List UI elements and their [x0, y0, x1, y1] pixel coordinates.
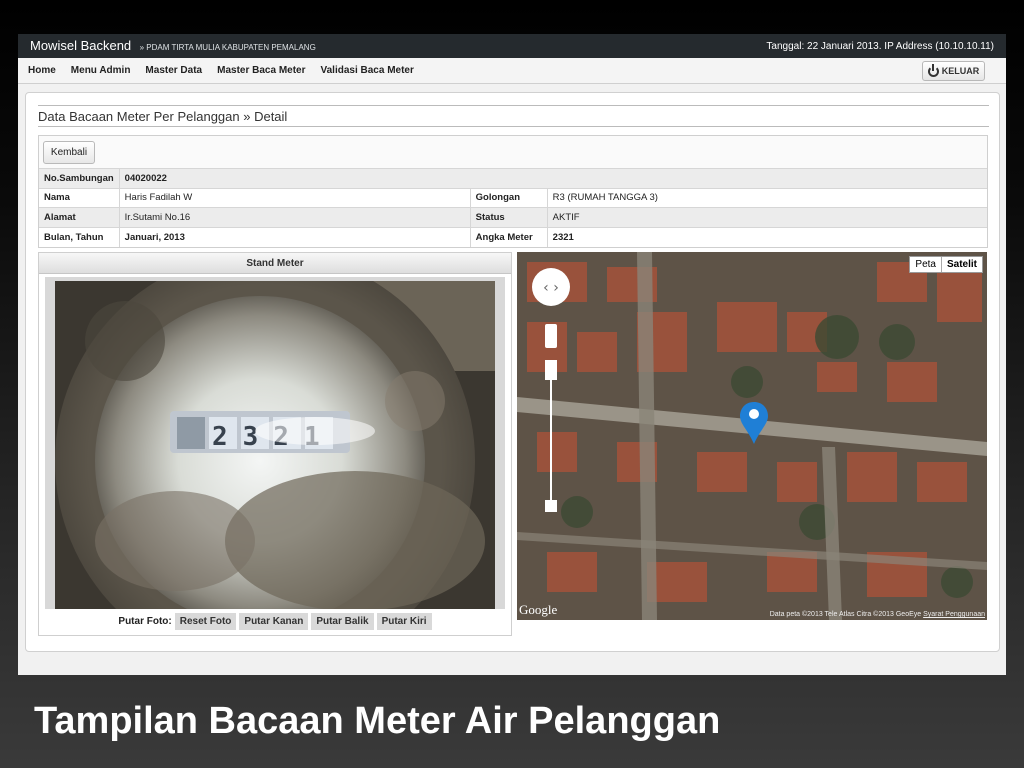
table-row: No.Sambungan 04020022	[39, 168, 987, 188]
power-icon	[927, 63, 939, 77]
map-type-satellite[interactable]: Satelit	[940, 257, 982, 272]
rotate-left-button[interactable]: Putar Kiri	[376, 613, 432, 630]
top-bar: Mowisel Backend » PDAM TIRTA MULIA KABUP…	[18, 34, 1006, 58]
alamat-value: Ir.Sutami No.16	[119, 207, 471, 227]
water-meter-image: 2321	[55, 281, 495, 609]
nav-home[interactable]: Home	[28, 65, 56, 76]
back-button[interactable]: Kembali	[43, 141, 95, 164]
app-title: Mowisel Backend	[30, 38, 132, 53]
logout-label: KELUAR	[941, 66, 980, 76]
map-data-credit: Data peta ©2013 Tele Atlas Citra ©2013 G…	[769, 611, 922, 618]
status-label: Status	[470, 207, 548, 227]
photo-rotate-bar: Putar Foto: Reset Foto Putar Kanan Putar…	[45, 613, 505, 630]
customer-info-table: No.Sambungan 04020022 Nama Haris Fadilah…	[39, 168, 987, 247]
stand-meter-header: Stand Meter	[39, 253, 511, 274]
bulan-tahun-label: Bulan, Tahun	[39, 226, 120, 247]
table-row: Nama Haris Fadilah W Golongan R3 (RUMAH …	[39, 187, 987, 208]
meter-photo-frame: 2321	[45, 277, 505, 609]
map-type-map[interactable]: Peta	[910, 257, 941, 272]
detail-box: Kembali No.Sambungan 04020022 Nama Haris…	[38, 135, 988, 248]
nav-validasi-baca-meter[interactable]: Validasi Baca Meter	[321, 65, 414, 76]
content-panel: Data Bacaan Meter Per Pelanggan » Detail…	[25, 92, 1000, 652]
nav-menu-admin[interactable]: Menu Admin	[71, 65, 131, 76]
app-branding: Mowisel Backend » PDAM TIRTA MULIA KABUP…	[30, 37, 316, 55]
angka-meter-value: 2321	[547, 226, 987, 247]
alamat-label: Alamat	[39, 207, 120, 227]
rotate-label: Putar Foto:	[118, 616, 172, 627]
svg-text:‹ ›: ‹ ›	[543, 280, 559, 296]
satellite-imagery: ‹ ›	[517, 252, 987, 620]
nama-value: Haris Fadilah W	[119, 187, 471, 208]
map-attribution: Data peta ©2013 Tele Atlas Citra ©2013 G…	[770, 611, 985, 618]
terms-link[interactable]: Syarat Penggunaan	[923, 611, 985, 618]
status-value: AKTIF	[547, 207, 987, 227]
nav-master-baca-meter[interactable]: Master Baca Meter	[217, 65, 305, 76]
rotate-180-button[interactable]: Putar Balik	[311, 613, 374, 630]
satellite-map[interactable]: ‹ › Peta Satelit Google Data peta ©2013 …	[517, 252, 987, 620]
app-subtitle: » PDAM TIRTA MULIA KABUPATEN PEMALANG	[139, 43, 316, 52]
angka-meter-label: Angka Meter	[470, 226, 548, 247]
reset-photo-button[interactable]: Reset Foto	[174, 613, 237, 630]
main-nav: Home Menu Admin Master Data Master Baca …	[18, 58, 1006, 84]
no-sambungan-label: No.Sambungan	[39, 168, 120, 188]
slide-caption: Tampilan Bacaan Meter Air Pelanggan	[34, 700, 721, 742]
table-row: Alamat Ir.Sutami No.16 Status AKTIF	[39, 207, 987, 227]
no-sambungan-value: 04020022	[119, 168, 987, 188]
stand-meter-panel: Stand Meter Putar Foto: Reset Foto Putar…	[38, 252, 512, 636]
nav-master-data[interactable]: Master Data	[145, 65, 202, 76]
app-screen: Mowisel Backend » PDAM TIRTA MULIA KABUP…	[18, 34, 1006, 675]
table-row: Bulan, Tahun Januari, 2013 Angka Meter 2…	[39, 226, 987, 247]
golongan-label: Golongan	[470, 187, 548, 208]
session-info: Tanggal: 22 Januari 2013. IP Address (10…	[766, 40, 994, 52]
meter-photo: 2321	[55, 281, 495, 609]
google-logo: Google	[519, 602, 558, 617]
page-title: Data Bacaan Meter Per Pelanggan » Detail	[38, 105, 989, 127]
rotate-right-button[interactable]: Putar Kanan	[239, 613, 309, 630]
map-type-toggle: Peta Satelit	[909, 256, 983, 273]
nama-label: Nama	[39, 187, 120, 208]
golongan-value: R3 (RUMAH TANGGA 3)	[547, 187, 987, 208]
logout-button[interactable]: KELUAR	[922, 61, 985, 81]
bulan-tahun-value: Januari, 2013	[119, 226, 471, 247]
